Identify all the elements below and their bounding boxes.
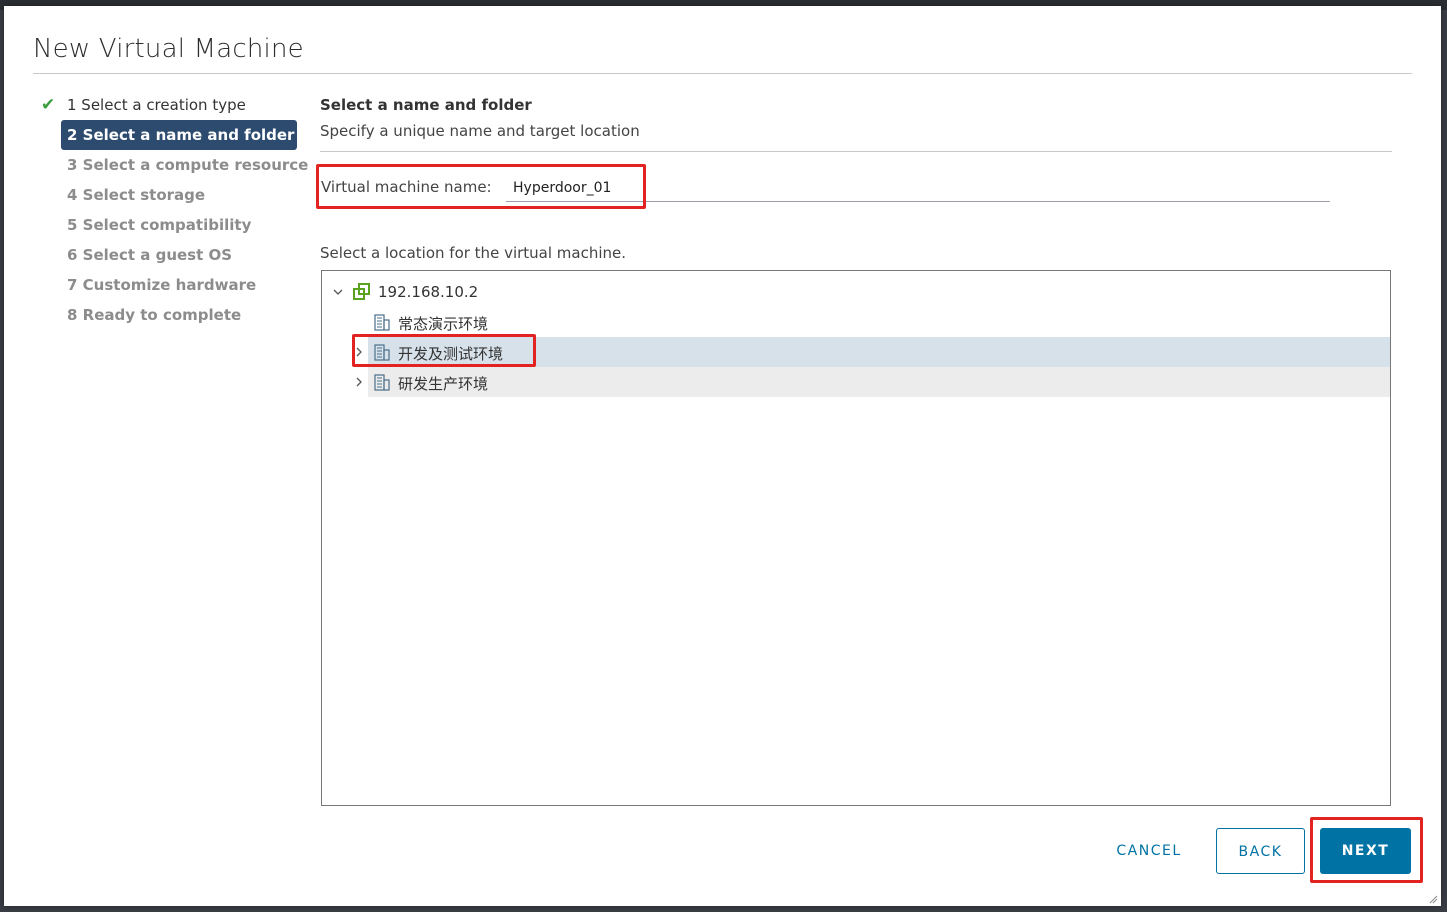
tree-label: 研发生产环境 (398, 375, 489, 393)
step-5: 5 Select compatibility (61, 210, 297, 240)
section-subtitle: Specify a unique name and target locatio… (320, 122, 640, 140)
step-label: 2 Select a name and folder (67, 126, 295, 144)
chevron-right-icon[interactable] (354, 377, 364, 387)
location-tree: 192.168.10.2 常态演示环境 开发及测试环境 研发生产环境 (321, 270, 1391, 806)
tree-row-datacenter-3[interactable]: 研发生产环境 (356, 367, 1390, 397)
step-label: 1 Select a creation type (67, 96, 246, 114)
step-label: 8 Ready to complete (67, 306, 242, 324)
tree-row-root[interactable]: 192.168.10.2 (322, 277, 1390, 307)
step-1[interactable]: ✔ 1 Select a creation type (41, 90, 297, 120)
annotation-highlight-next (1310, 817, 1423, 883)
annotation-highlight-tree-item (352, 334, 536, 367)
wizard-steps: ✔ 1 Select a creation type 2 Select a na… (41, 90, 308, 330)
resize-handle-icon[interactable] (1428, 894, 1438, 904)
checkmark-icon: ✔ (41, 95, 56, 115)
datacenter-icon (374, 314, 390, 331)
datacenter-icon (374, 374, 390, 391)
step-label: 4 Select storage (67, 186, 206, 204)
location-label: Select a location for the virtual machin… (320, 244, 627, 262)
step-label: 3 Select a compute resource (67, 156, 309, 174)
chevron-down-icon[interactable] (333, 287, 343, 297)
step-7: 7 Customize hardware (61, 270, 297, 300)
new-vm-dialog: New Virtual Machine ✔ 1 Select a creatio… (4, 6, 1441, 906)
section-divider (320, 151, 1392, 152)
host-icon (353, 283, 370, 300)
section-title: Select a name and folder (320, 96, 532, 114)
back-button[interactable]: BACK (1216, 828, 1305, 874)
step-label: 6 Select a guest OS (67, 246, 233, 264)
step-3: 3 Select a compute resource (61, 150, 308, 180)
step-2[interactable]: 2 Select a name and folder (61, 120, 297, 150)
tree-row-datacenter-1[interactable]: 常态演示环境 (322, 307, 1390, 337)
title-divider (33, 73, 1412, 74)
tree-label: 常态演示环境 (398, 315, 489, 333)
dialog-title: New Virtual Machine (33, 34, 304, 64)
step-label: 7 Customize hardware (67, 276, 257, 294)
cancel-button[interactable]: CANCEL (1100, 828, 1198, 874)
step-4: 4 Select storage (61, 180, 297, 210)
step-8: 8 Ready to complete (61, 300, 297, 330)
step-6: 6 Select a guest OS (61, 240, 297, 270)
step-label: 5 Select compatibility (67, 216, 252, 234)
tree-label-root: 192.168.10.2 (378, 283, 479, 301)
annotation-highlight-name (316, 164, 646, 209)
